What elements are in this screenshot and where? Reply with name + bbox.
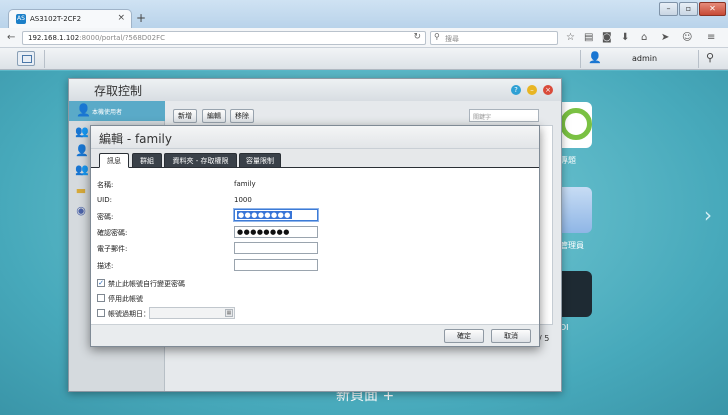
add-button[interactable]: 新增 bbox=[173, 109, 197, 123]
ok-button[interactable]: 確定 bbox=[444, 329, 484, 343]
back-icon[interactable]: ← bbox=[7, 31, 15, 45]
group-icon[interactable]: 👤 bbox=[75, 145, 89, 157]
app-tile-label: 專題 bbox=[560, 156, 576, 165]
tab-close-icon[interactable]: × bbox=[117, 13, 125, 23]
edit-user-dialog: 編輯 - family 訊息 群組 資料夾 - 存取權限 容量限制 名稱: fa… bbox=[90, 125, 540, 347]
calendar-icon[interactable]: ▦ bbox=[225, 309, 233, 317]
window-titlebar[interactable]: 存取控制 ? – × bbox=[69, 79, 561, 101]
url-bar[interactable]: 192.168.1.102:8000/portal/?568D02FC ↻ bbox=[22, 31, 426, 45]
folder-icon[interactable]: ▬ bbox=[75, 185, 87, 197]
uid-value: 1000 bbox=[234, 196, 252, 204]
reload-icon[interactable]: ↻ bbox=[413, 32, 421, 42]
prevent-password-change-checkbox[interactable]: ✓ bbox=[97, 279, 105, 287]
new-tab-icon[interactable]: + bbox=[136, 11, 146, 25]
dialog-tabs: 訊息 群組 資料夾 - 存取權限 容量限制 bbox=[91, 149, 539, 168]
user-icon: 👤 bbox=[76, 103, 91, 117]
edit-button[interactable]: 編輯 bbox=[202, 109, 226, 123]
password-label: 密碼: bbox=[97, 213, 114, 221]
pocket-icon[interactable]: ◙ bbox=[602, 31, 612, 45]
expiry-date-input[interactable]: ▦ bbox=[149, 307, 235, 319]
cancel-button[interactable]: 取消 bbox=[491, 329, 531, 343]
tab-info[interactable]: 訊息 bbox=[99, 153, 129, 168]
browser-titlebar: AS AS3102T-2CF2 × + – ▫ ✕ bbox=[0, 0, 728, 28]
account-expiry-label[interactable]: 帳號過期日： bbox=[108, 309, 150, 319]
name-label: 名稱: bbox=[97, 181, 114, 189]
bookmarks-icon[interactable]: ▤ bbox=[584, 31, 593, 45]
window-close-button[interactable]: ✕ bbox=[699, 2, 726, 16]
disable-account-checkbox[interactable] bbox=[97, 294, 105, 302]
user-icon[interactable]: 👤 bbox=[588, 51, 602, 64]
group-icon[interactable]: 👥 bbox=[75, 164, 89, 176]
close-icon[interactable]: × bbox=[543, 85, 553, 95]
tab-groups[interactable]: 群組 bbox=[132, 153, 162, 168]
asustor-favicon-icon: AS bbox=[16, 14, 26, 24]
window-minimize-button[interactable]: – bbox=[659, 2, 678, 16]
dialog-footer: 確定 取消 bbox=[91, 324, 539, 346]
name-value: family bbox=[234, 180, 256, 188]
email-input[interactable] bbox=[234, 242, 318, 254]
taskbar-divider bbox=[44, 50, 45, 68]
window-title: 存取控制 bbox=[94, 84, 143, 98]
confirm-password-label: 確認密碼: bbox=[97, 229, 128, 237]
chat-icon[interactable]: ☺ bbox=[682, 31, 692, 45]
password-value: ●●●●●●●● bbox=[237, 211, 292, 219]
menu-icon[interactable]: ≡ bbox=[707, 31, 715, 45]
browser-navbar: ← 192.168.1.102:8000/portal/?568D02FC ↻ … bbox=[0, 28, 728, 48]
tab-folder-access[interactable]: 資料夾 - 存取權限 bbox=[164, 153, 237, 168]
sidebar-item-local-users[interactable]: 👤 本機使用者 bbox=[69, 101, 165, 121]
app-tile-label: 管理員 bbox=[560, 241, 584, 250]
minimize-icon[interactable]: – bbox=[527, 85, 537, 95]
taskbar-divider bbox=[580, 50, 581, 68]
password-input[interactable]: ●●●●●●●● bbox=[234, 209, 318, 221]
next-page-arrow-icon[interactable]: › bbox=[704, 203, 712, 227]
send-icon[interactable]: ➤ bbox=[661, 31, 669, 45]
remove-button[interactable]: 移除 bbox=[230, 109, 254, 123]
adm-desktop-icon[interactable] bbox=[17, 51, 35, 66]
browser-search-input[interactable]: ⚲ 搜尋 bbox=[430, 31, 558, 45]
dialog-header: 編輯 - family bbox=[91, 126, 539, 149]
pager-total: / 5 bbox=[539, 334, 550, 343]
adm-taskbar: 👤 admin ⚲ bbox=[0, 48, 728, 70]
taskbar-divider bbox=[698, 50, 699, 68]
help-icon[interactable]: ? bbox=[511, 85, 521, 95]
email-label: 電子郵件: bbox=[97, 245, 128, 253]
tab-title: AS3102T-2CF2 bbox=[30, 15, 82, 23]
description-input[interactable] bbox=[234, 259, 318, 271]
search-placeholder: 搜尋 bbox=[445, 35, 459, 43]
adm-search-icon[interactable]: ⚲ bbox=[706, 51, 714, 64]
download-icon[interactable]: ⬇ bbox=[621, 31, 629, 45]
user-search-input[interactable]: 關鍵字 bbox=[469, 109, 539, 122]
prevent-password-change-label[interactable]: 禁止此帳號自行變更密碼 bbox=[108, 279, 185, 289]
account-expiry-checkbox[interactable] bbox=[97, 309, 105, 317]
username-label[interactable]: admin bbox=[632, 54, 657, 63]
disable-account-label[interactable]: 停用此帳號 bbox=[108, 294, 143, 304]
dialog-title: 編輯 - family bbox=[99, 132, 172, 146]
tab-quota[interactable]: 容量限制 bbox=[239, 153, 281, 168]
sidebar-item-label: 本機使用者 bbox=[92, 109, 123, 116]
magnifier-icon: ⚲ bbox=[434, 32, 440, 41]
url-text: 192.168.1.102:8000/portal/?568D02FC bbox=[28, 34, 165, 42]
browser-tab[interactable]: AS AS3102T-2CF2 × bbox=[8, 9, 132, 28]
confirm-password-input[interactable]: ●●●●●●●● bbox=[234, 226, 318, 238]
uid-label: UID: bbox=[97, 196, 112, 204]
users-icon[interactable]: 👥 bbox=[75, 126, 89, 138]
bookmark-star-icon[interactable]: ☆ bbox=[566, 31, 575, 45]
description-label: 描述: bbox=[97, 262, 114, 270]
window-maximize-button[interactable]: ▫ bbox=[679, 2, 698, 16]
home-icon[interactable]: ⌂ bbox=[641, 31, 647, 45]
app-privilege-icon[interactable]: ◉ bbox=[75, 205, 87, 217]
